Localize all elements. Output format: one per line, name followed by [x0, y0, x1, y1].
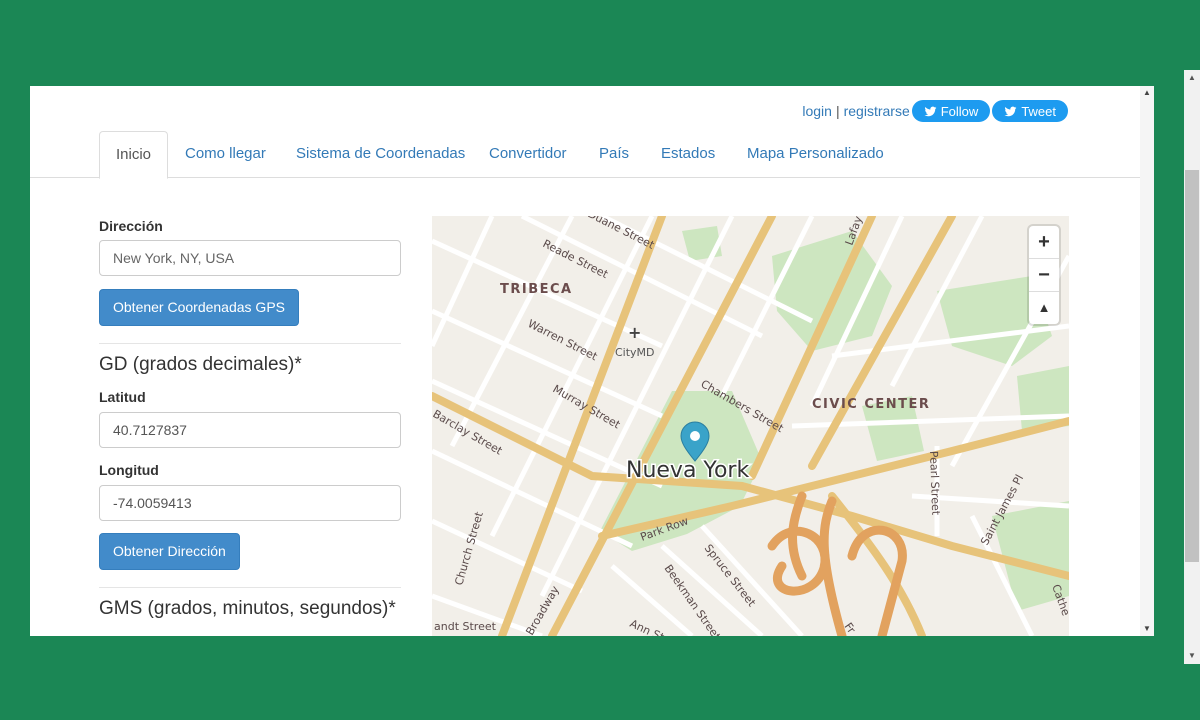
longitude-input[interactable]	[99, 485, 401, 521]
separator: |	[835, 103, 840, 119]
citymd-label: CityMD	[615, 346, 655, 359]
twitter-tweet-button[interactable]: Tweet	[992, 100, 1068, 122]
reset-bearing-button[interactable]: ▲	[1029, 292, 1059, 324]
map[interactable]: Reade Street Duane Street Warren Street …	[432, 216, 1069, 636]
tab-convertidor[interactable]: Convertidor	[489, 131, 567, 177]
register-link[interactable]: registrarse	[844, 103, 910, 119]
twitter-bird-icon	[924, 106, 937, 116]
get-address-button[interactable]: Obtener Dirección	[99, 533, 240, 570]
zoom-out-button[interactable]: −	[1029, 259, 1059, 292]
latitude-input[interactable]	[99, 412, 401, 448]
twitter-follow-button[interactable]: Follow	[911, 100, 991, 122]
city-label: Nueva York	[626, 458, 749, 483]
tweet-label: Tweet	[1021, 103, 1056, 119]
scrollbar-thumb[interactable]	[1185, 170, 1199, 562]
zoom-controls: + − ▲	[1029, 226, 1059, 324]
pearl-street-label: Pearl Street	[927, 451, 942, 516]
tab-inicio[interactable]: Inicio	[99, 131, 169, 179]
scroll-down-icon[interactable]: ▼	[1184, 648, 1200, 664]
follow-label: Follow	[940, 103, 979, 119]
nav-tabs: Inicio Como llegar Sistema de Coordenada…	[30, 131, 1140, 179]
gd-heading: GD (grados decimales)*	[99, 354, 302, 375]
login-link[interactable]: login	[802, 103, 832, 119]
divider	[99, 343, 401, 344]
civic-center-label: CIVIC CENTER	[812, 397, 930, 412]
address-input[interactable]	[99, 240, 401, 276]
scroll-up-icon[interactable]: ▲	[1140, 86, 1154, 100]
tab-pais[interactable]: País	[599, 131, 629, 177]
tribeca-label: TRIBECA	[500, 282, 573, 297]
gms-heading: GMS (grados, minutos, segundos)*	[99, 598, 396, 619]
scroll-up-icon[interactable]: ▲	[1184, 70, 1200, 86]
tab-sistema-coordenadas[interactable]: Sistema de Coordenadas	[296, 131, 465, 177]
tab-estados[interactable]: Estados	[661, 131, 715, 177]
tab-mapa-personalizado[interactable]: Mapa Personalizado	[747, 131, 884, 177]
browser-window: login | registrarse Follow Tweet Inicio …	[30, 86, 1154, 636]
get-gps-button[interactable]: Obtener Coordenadas GPS	[99, 289, 299, 326]
vandewater-label: andt Street	[434, 620, 497, 633]
outer-scrollbar[interactable]: ▲ ▼	[1184, 70, 1200, 664]
divider	[99, 587, 401, 588]
tab-como-llegar[interactable]: Como llegar	[185, 131, 266, 177]
address-label: Dirección	[99, 218, 163, 234]
longitude-label: Longitud	[99, 462, 159, 478]
latitude-label: Latitud	[99, 389, 146, 405]
zoom-in-button[interactable]: +	[1029, 226, 1059, 259]
twitter-bird-icon	[1004, 106, 1017, 116]
scroll-down-icon[interactable]: ▼	[1140, 622, 1154, 636]
top-bar: login | registrarse Follow Tweet	[802, 100, 1068, 122]
cross-icon: +	[628, 323, 641, 342]
map-canvas: Reade Street Duane Street Warren Street …	[432, 216, 1069, 636]
inner-scrollbar[interactable]: ▲ ▼	[1140, 86, 1154, 636]
